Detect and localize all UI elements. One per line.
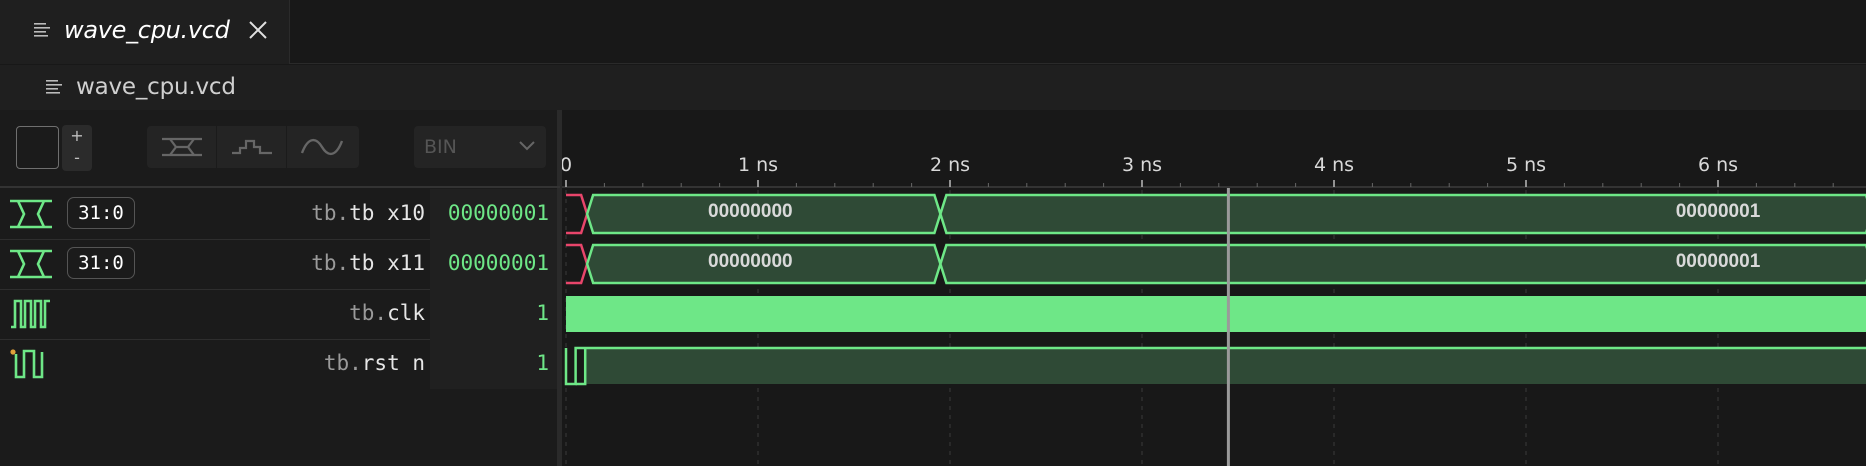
signal-row-rst-n[interactable]: tb.rst n 1 <box>0 339 560 389</box>
bus-icon <box>162 137 202 157</box>
increase-button[interactable]: + <box>62 126 92 146</box>
reset-high-fill <box>585 348 1866 384</box>
color-swatch[interactable] <box>16 126 59 169</box>
signal-value-cell: 1 <box>430 339 557 389</box>
format-value: BIN <box>424 136 457 158</box>
waveform-canvas[interactable]: 0 1 ns 2 ns 3 ns 4 ns 5 ns 6 ns 00000000 0000000… <box>562 110 1866 466</box>
tab-title: wave_cpu.vcd <box>64 16 230 44</box>
format-select[interactable]: BIN <box>414 126 546 168</box>
signal-value: 1 <box>536 351 549 375</box>
signal-row-x10[interactable]: 31:0 tb.tb x10 00000001 <box>0 189 560 239</box>
signal-value-cell: 1 <box>430 289 557 339</box>
bus-value-label: 00000000 <box>708 251 793 272</box>
reset-waveform-edge <box>575 348 587 386</box>
bit-width-badge: 31:0 <box>67 197 135 229</box>
analog-mode-button[interactable] <box>287 126 357 168</box>
time-tick-label: 4 ns <box>1313 154 1355 176</box>
signal-row-clk[interactable]: tb.clk 1 <box>0 289 560 339</box>
signal-name: tb.rst n <box>323 351 425 375</box>
signal-name: tb.clk <box>349 301 425 325</box>
signal-name: tb.tb x10 <box>311 201 425 225</box>
bus-signal-icon <box>10 249 52 279</box>
analog-icon <box>300 139 344 155</box>
signal-row-x11[interactable]: 31:0 tb.tb x11 00000001 <box>0 239 560 289</box>
clock-waveform <box>566 296 1866 332</box>
time-tick-label: 3 ns <box>1121 154 1163 176</box>
signal-value: 00000001 <box>447 201 549 225</box>
time-tick-label: 5 ns <box>1505 154 1547 176</box>
file-lines-icon <box>34 23 50 37</box>
bus-value-label: 00000001 <box>1675 201 1761 222</box>
clock-signal-icon <box>11 299 50 329</box>
row-height-stepper: + - <box>62 125 92 171</box>
breadcrumb-title[interactable]: wave_cpu.vcd <box>76 74 236 100</box>
tab-bar: wave_cpu.vcd <box>0 0 1866 64</box>
time-tick-label: 0 <box>562 154 573 176</box>
close-icon[interactable] <box>248 20 268 40</box>
undefined-segment <box>566 193 589 235</box>
signal-value-cell: 00000001 <box>430 189 557 239</box>
editor-tab[interactable]: wave_cpu.vcd <box>0 0 290 64</box>
breadcrumb: wave_cpu.vcd <box>0 65 1866 110</box>
signal-name: tb.tb x11 <box>311 251 425 275</box>
time-tick-label: 2 ns <box>929 154 971 176</box>
bus-value-label: 00000001 <box>1675 251 1761 272</box>
step-mode-button[interactable] <box>217 126 287 168</box>
undefined-segment <box>566 243 589 285</box>
signal-value: 1 <box>536 301 549 325</box>
signal-value: 00000001 <box>447 251 549 275</box>
toolbar-divider <box>0 186 560 188</box>
bus-value-label: 00000000 <box>708 201 793 222</box>
time-tick-label: 1 ns <box>737 154 779 176</box>
signal-value-cell: 00000001 <box>430 239 557 289</box>
chevron-down-icon <box>519 141 535 151</box>
file-lines-icon <box>46 80 62 94</box>
time-tick-label: 6 ns <box>1697 154 1739 176</box>
reset-signal-icon <box>10 349 44 379</box>
bus-mode-button[interactable] <box>147 126 217 168</box>
decrease-button[interactable]: - <box>62 148 92 168</box>
bus-signal-icon <box>10 199 52 229</box>
render-mode-group <box>147 126 359 168</box>
bit-width-badge: 31:0 <box>67 247 135 279</box>
step-icon <box>232 139 272 155</box>
